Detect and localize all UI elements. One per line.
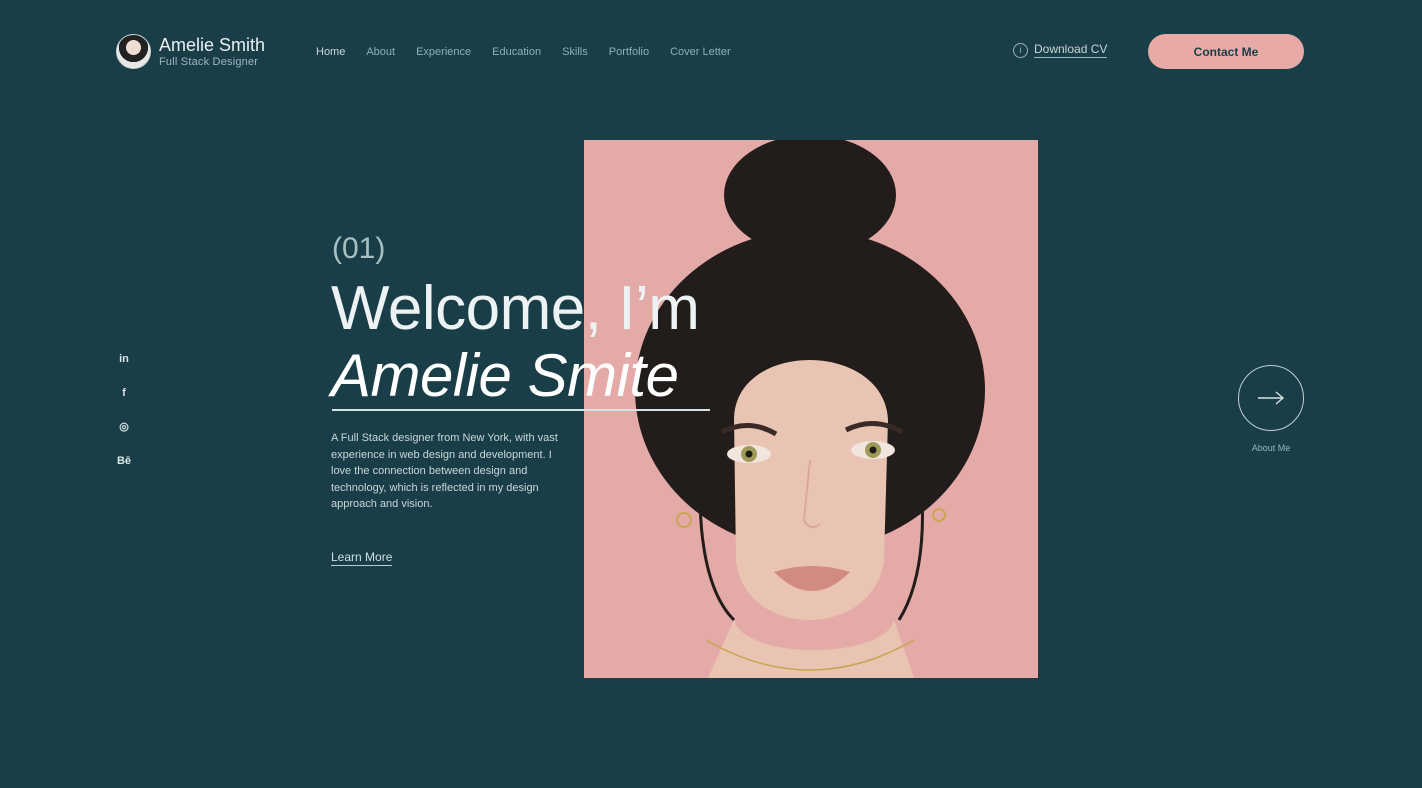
nav-skills[interactable]: Skills (562, 46, 588, 58)
arrow-right-icon (1258, 391, 1285, 405)
nav-home[interactable]: Home (316, 46, 345, 58)
info-circle-icon: i (1013, 42, 1028, 58)
instagram-icon[interactable]: ◎ (119, 418, 129, 436)
download-cv-label: Download CV (1034, 42, 1108, 58)
nav-education[interactable]: Education (492, 46, 541, 58)
social-links: in f ◎ Bē (114, 350, 134, 470)
brand[interactable]: Amelie Smith Full Stack Designer (116, 34, 265, 69)
hero-description: A Full Stack designer from New York, wit… (331, 432, 558, 511)
nav-portfolio[interactable]: Portfolio (609, 46, 649, 58)
behance-icon[interactable]: Bē (117, 452, 131, 470)
nav-cover-letter[interactable]: Cover Letter (670, 46, 731, 58)
download-cv-link[interactable]: i Download CV (1013, 42, 1108, 58)
nav-experience[interactable]: Experience (416, 46, 471, 58)
section-number: (01) (332, 232, 386, 265)
hero-divider (332, 409, 710, 411)
brand-subtitle: Full Stack Designer (159, 55, 259, 68)
brand-name: Amelie Smith (159, 34, 266, 55)
linkedin-icon[interactable]: in (119, 350, 129, 368)
main-nav: Home About Experience Education Skills P… (316, 46, 731, 58)
hero-name: Amelie Smite (331, 342, 679, 409)
hero-title: Welcome, I’m (331, 274, 700, 343)
learn-more-link[interactable]: Learn More (331, 550, 393, 566)
contact-me-button[interactable]: Contact Me (1148, 34, 1304, 69)
avatar (116, 34, 151, 69)
nav-about[interactable]: About (366, 46, 395, 58)
next-section-label: About Me (1251, 443, 1291, 453)
next-section-button[interactable] (1238, 365, 1304, 431)
facebook-icon[interactable]: f (122, 384, 126, 402)
